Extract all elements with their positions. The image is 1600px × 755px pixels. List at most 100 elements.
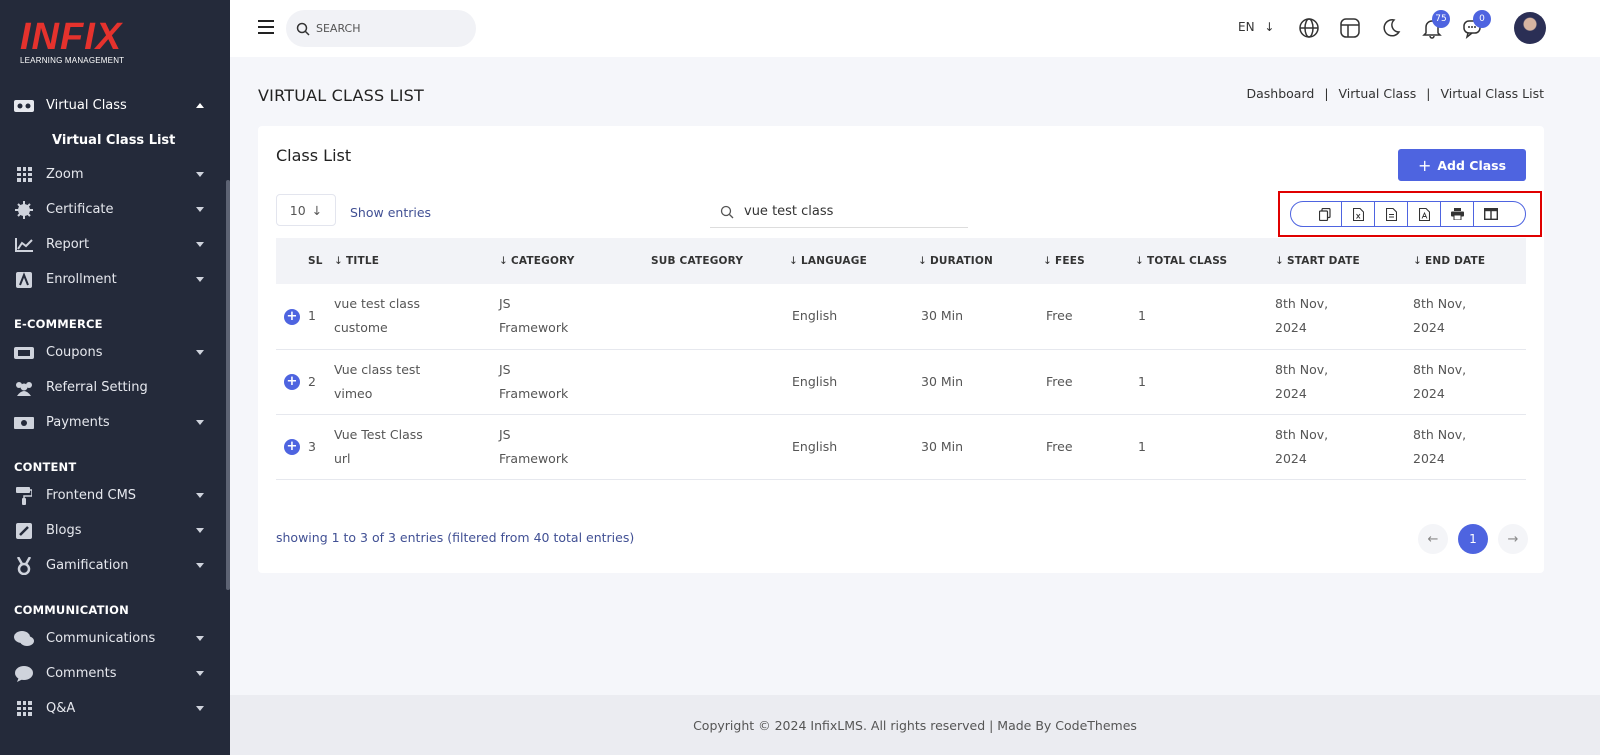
search-input[interactable] xyxy=(316,22,466,35)
breadcrumb-virtual-class[interactable]: Virtual Class xyxy=(1339,86,1417,101)
pdf-button[interactable] xyxy=(1408,202,1441,226)
next-page-button[interactable]: → xyxy=(1498,524,1528,554)
row-start-date-line2: 2024 xyxy=(1275,450,1307,466)
search-icon xyxy=(296,22,310,36)
col-end-date[interactable]: ↓ END DATE xyxy=(1413,238,1526,284)
row-sl: 3 xyxy=(308,438,316,454)
col-total-class[interactable]: ↓ TOTAL CLASS xyxy=(1135,238,1275,284)
card-title: Class List xyxy=(276,146,352,165)
sidebar-item-label: Payments xyxy=(46,415,110,430)
row-start-date-line2: 2024 xyxy=(1275,385,1307,401)
row-start-date-line1: 8th Nov, xyxy=(1275,361,1329,377)
row-category-line2: Framework xyxy=(499,450,569,466)
chevron-down-icon xyxy=(196,242,204,247)
breadcrumb-dashboard[interactable]: Dashboard xyxy=(1246,86,1314,101)
expand-row-icon[interactable]: + xyxy=(284,374,300,390)
table-search-input[interactable] xyxy=(744,204,954,219)
table-header-row: SL ↓ TITLE ↓ CATEGORY SUB CATEGORY ↓ LANGUA… xyxy=(276,238,1526,284)
sidebar-item-label: Certificate xyxy=(46,202,114,217)
columns-icon xyxy=(1483,208,1498,220)
sidebar-scrollbar[interactable] xyxy=(226,180,230,590)
avatar[interactable] xyxy=(1514,12,1546,44)
notification-bell-icon[interactable]: 75 xyxy=(1421,10,1450,39)
expand-row-icon[interactable]: + xyxy=(284,439,300,455)
globe-icon[interactable] xyxy=(1298,17,1320,39)
col-fees[interactable]: ↓ FEES xyxy=(1043,238,1135,284)
language-selector[interactable]: EN ↓ xyxy=(1238,20,1274,34)
sidebar-item-coupons[interactable]: Coupons xyxy=(0,335,226,370)
sort-arrow-icon: ↓ xyxy=(918,255,927,267)
arrow-down-icon: ↓ xyxy=(1264,20,1275,34)
pdf-icon xyxy=(1418,207,1430,221)
col-category[interactable]: ↓ CATEGORY xyxy=(499,238,651,284)
col-title[interactable]: ↓ TITLE xyxy=(334,238,499,284)
row-total-class: 1 xyxy=(1138,373,1146,389)
moon-icon[interactable] xyxy=(1380,17,1402,39)
sidebar-item-qa[interactable]: Q&A xyxy=(0,691,226,726)
chevron-down-icon xyxy=(196,207,204,212)
col-sub-category[interactable]: SUB CATEGORY xyxy=(651,238,789,284)
enrollment-icon xyxy=(14,271,34,288)
sidebar-item-referral-setting[interactable]: Referral Setting xyxy=(0,370,226,405)
row-language: English xyxy=(792,438,838,454)
class-list-card: Class List + Add Class 10 ↓ Show entries xyxy=(258,126,1544,573)
col-language[interactable]: ↓ LANGUAGE xyxy=(789,238,918,284)
expand-row-icon[interactable]: + xyxy=(284,308,300,325)
ticket-icon xyxy=(14,345,34,361)
messages-icon[interactable]: 0 xyxy=(1462,10,1491,39)
sidebar-subitem-virtual-class-list[interactable]: Virtual Class List xyxy=(0,123,226,157)
chevron-down-icon xyxy=(196,636,204,641)
grid-icon xyxy=(14,701,34,717)
arrow-right-icon: → xyxy=(1507,531,1519,547)
sidebar-item-report[interactable]: Report xyxy=(0,227,226,262)
entries-select[interactable]: 10 ↓ xyxy=(276,194,336,226)
sidebar-item-label: Gamification xyxy=(46,558,129,573)
csv-button[interactable] xyxy=(1375,202,1408,226)
top-bar: EN ↓ 75 0 xyxy=(230,0,1600,57)
search-icon xyxy=(720,205,734,218)
menu-toggle-icon[interactable] xyxy=(258,20,274,34)
footer-copyright: Copyright © 2024 InfixLMS. All rights re… xyxy=(693,717,1137,733)
sidebar-item-gamification[interactable]: Gamification xyxy=(0,548,226,583)
breadcrumb-virtual-class-list[interactable]: Virtual Class List xyxy=(1440,86,1544,101)
pagination-info: showing 1 to 3 of 3 entries (filtered fr… xyxy=(276,530,635,545)
row-end-date-line2: 2024 xyxy=(1413,450,1445,466)
excel-button[interactable] xyxy=(1342,202,1375,226)
row-start-date-line1: 8th Nov, xyxy=(1275,426,1329,442)
row-category-line1: JS xyxy=(499,426,511,442)
add-class-button[interactable]: + Add Class xyxy=(1398,149,1526,181)
sidebar-item-enrollment[interactable]: Enrollment xyxy=(0,262,226,297)
sidebar-item-communications[interactable]: Communications xyxy=(0,621,226,656)
sidebar-item-zoom[interactable]: Zoom xyxy=(0,157,226,192)
sidebar-item-payments[interactable]: Payments xyxy=(0,405,226,440)
col-sl[interactable]: SL xyxy=(276,238,334,284)
sidebar-item-virtual-class[interactable]: Virtual Class xyxy=(0,88,226,123)
sidebar-item-label: Referral Setting xyxy=(46,380,148,395)
columns-button[interactable] xyxy=(1474,202,1507,226)
print-button[interactable] xyxy=(1441,202,1474,226)
sidebar-item-blogs[interactable]: Blogs xyxy=(0,513,226,548)
row-title-line2: url xyxy=(334,450,351,466)
sort-arrow-icon: ↓ xyxy=(1043,255,1052,267)
sidebar-item-comments[interactable]: Comments xyxy=(0,656,226,691)
page-button-current[interactable]: 1 xyxy=(1458,524,1488,554)
page-title: VIRTUAL CLASS LIST xyxy=(258,86,425,105)
copy-button[interactable] xyxy=(1309,202,1342,226)
sidebar-item-frontend-cms[interactable]: Frontend CMS xyxy=(0,478,226,513)
chevron-up-icon xyxy=(196,103,204,108)
sidebar-item-label: Coupons xyxy=(46,345,103,360)
chevron-down-icon xyxy=(196,671,204,676)
sidebar-item-label: Enrollment xyxy=(46,272,117,287)
export-buttons xyxy=(1290,201,1526,227)
prev-page-button[interactable]: ← xyxy=(1418,524,1448,554)
chevron-down-icon xyxy=(196,528,204,533)
col-start-date[interactable]: ↓ START DATE xyxy=(1275,238,1413,284)
col-duration[interactable]: ↓ DURATION xyxy=(918,238,1043,284)
vr-headset-icon xyxy=(14,98,34,114)
users-icon xyxy=(14,380,34,396)
app-logo[interactable]: INFIX LEARNING MANAGEMENT xyxy=(20,18,124,65)
layout-icon[interactable] xyxy=(1339,17,1361,39)
sidebar-item-certificate[interactable]: Certificate xyxy=(0,192,226,227)
arrow-left-icon: ← xyxy=(1427,531,1439,547)
row-sub-category xyxy=(651,414,789,479)
